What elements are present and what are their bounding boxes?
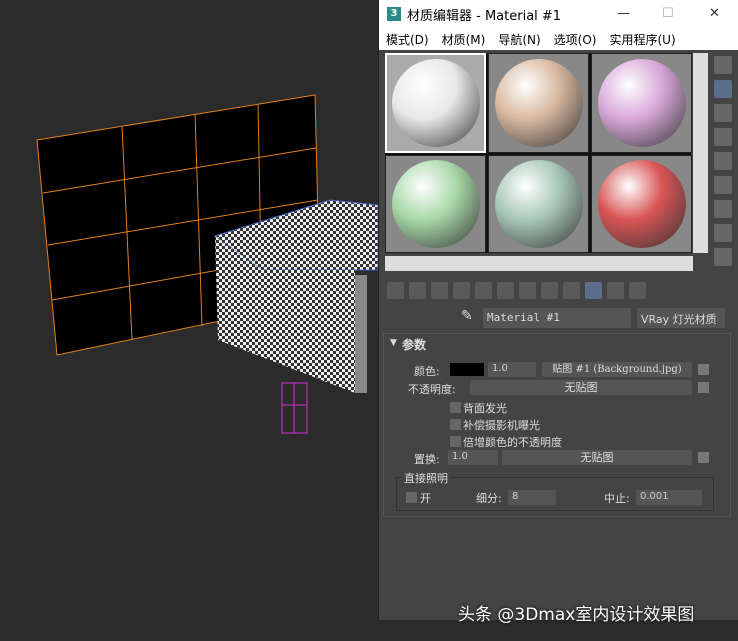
put-to-scene-icon[interactable] [409,282,426,299]
video-color-check-icon[interactable] [714,152,732,170]
sample-slot[interactable] [385,53,486,153]
sample-slot[interactable] [385,155,486,253]
displace-map-button[interactable]: 无贴图 [502,450,692,465]
editor-toolbar [387,282,646,299]
displace-spinner[interactable]: 1.0 [448,450,498,465]
slots-vertical-scrollbar[interactable] [693,53,708,253]
app-logo-icon: 3 [387,7,401,21]
get-material-icon[interactable] [387,282,404,299]
backside-checkbox[interactable] [450,402,461,413]
cutoff-label: 中止: [604,492,630,505]
window-title: 材质编辑器 - Material #1 [407,8,562,24]
material-id-icon[interactable] [541,282,558,299]
parameters-rollout: ▼ 参数 颜色: 1.0 贴图 #1 (Background.jpg) 不透明度… [383,333,731,517]
rollout-title[interactable]: 参数 [402,336,426,353]
sample-slots [385,53,692,253]
minimize-button[interactable]: — [617,6,630,21]
sample-slot[interactable] [488,155,589,253]
material-sphere [494,59,583,147]
material-sphere [494,160,583,248]
go-forward-icon[interactable] [629,282,646,299]
window-object [281,382,308,434]
direct-on-checkbox[interactable] [406,492,417,503]
select-by-material-icon[interactable] [714,224,732,242]
sample-slot[interactable] [488,53,589,153]
make-copy-icon[interactable] [475,282,492,299]
material-editor-dialog: 3 材质编辑器 - Material #1 — ☐ ✕ 模式(D) 材质(M) … [378,0,738,620]
collapse-arrow-icon[interactable]: ▼ [390,338,397,348]
color-swatch[interactable] [450,363,484,376]
backlight-icon[interactable] [714,80,732,98]
direct-illumination-label: 直接照明 [402,470,450,486]
sample-slot[interactable] [591,53,692,153]
color-map-button[interactable]: 贴图 #1 (Background.jpg) [542,362,692,377]
maximize-button[interactable]: ☐ [662,6,674,21]
sample-uv-icon[interactable] [714,128,732,146]
material-sphere [597,160,686,248]
menu-navigation[interactable]: 导航(N) [498,31,540,48]
make-unique-icon[interactable] [497,282,514,299]
background-checker-icon[interactable] [714,104,732,122]
material-type-button[interactable]: VRay 灯光材质 [637,308,725,328]
color-map-checkbox[interactable] [698,364,709,375]
material-sphere [391,160,480,248]
subdivs-label: 细分: [476,492,502,505]
color-multiplier-spinner[interactable]: 1.0 [488,362,536,377]
show-end-result-icon[interactable] [585,282,602,299]
multiply-opacity-label: 倍增颜色的不透明度 [463,436,562,449]
checker-box-side [355,275,367,393]
eyedropper-icon[interactable]: ✎ [461,308,473,324]
opacity-map-checkbox[interactable] [698,382,709,393]
menu-utilities[interactable]: 实用程序(U) [609,31,675,48]
options-icon[interactable] [714,200,732,218]
slots-horizontal-scrollbar[interactable] [385,256,693,271]
menu-material[interactable]: 材质(M) [442,31,486,48]
menu-bar: 模式(D) 材质(M) 导航(N) 选项(O) 实用程序(U) [379,28,738,50]
sample-slot[interactable] [591,155,692,253]
displace-label: 置换: [414,453,440,466]
go-to-parent-icon[interactable] [607,282,624,299]
assign-to-selection-icon[interactable] [431,282,448,299]
opacity-map-button[interactable]: 无贴图 [470,380,692,395]
sample-type-icon[interactable] [714,56,732,74]
save-to-library-icon[interactable] [519,282,536,299]
menu-mode[interactable]: 模式(D) [386,31,429,48]
cutoff-spinner[interactable]: 0.001 [636,490,702,505]
multiply-opacity-checkbox[interactable] [450,436,461,447]
close-button[interactable]: ✕ [709,6,720,21]
watermark: 头条 @3Dmax室内设计效果图 [458,605,695,625]
subdivs-spinner[interactable]: 8 [508,490,556,505]
make-preview-icon[interactable] [714,176,732,194]
direct-on-label: 开 [420,492,431,505]
opacity-label: 不透明度: [408,383,456,396]
compensate-exposure-label: 补偿摄影机曝光 [463,419,540,432]
show-map-icon[interactable] [563,282,580,299]
material-navigator-icon[interactable] [714,248,732,266]
delete-icon[interactable] [453,282,470,299]
side-toolbar [711,53,735,272]
color-label: 颜色: [414,365,440,378]
title-bar[interactable]: 3 材质编辑器 - Material #1 — ☐ ✕ [379,0,738,28]
displace-map-checkbox[interactable] [698,452,709,463]
menu-options[interactable]: 选项(O) [554,31,597,48]
material-name-dropdown[interactable]: Material #1 [483,308,631,328]
material-sphere [391,59,480,147]
backside-label: 背面发光 [463,402,507,415]
material-sphere [597,59,686,147]
compensate-exposure-checkbox[interactable] [450,419,461,430]
